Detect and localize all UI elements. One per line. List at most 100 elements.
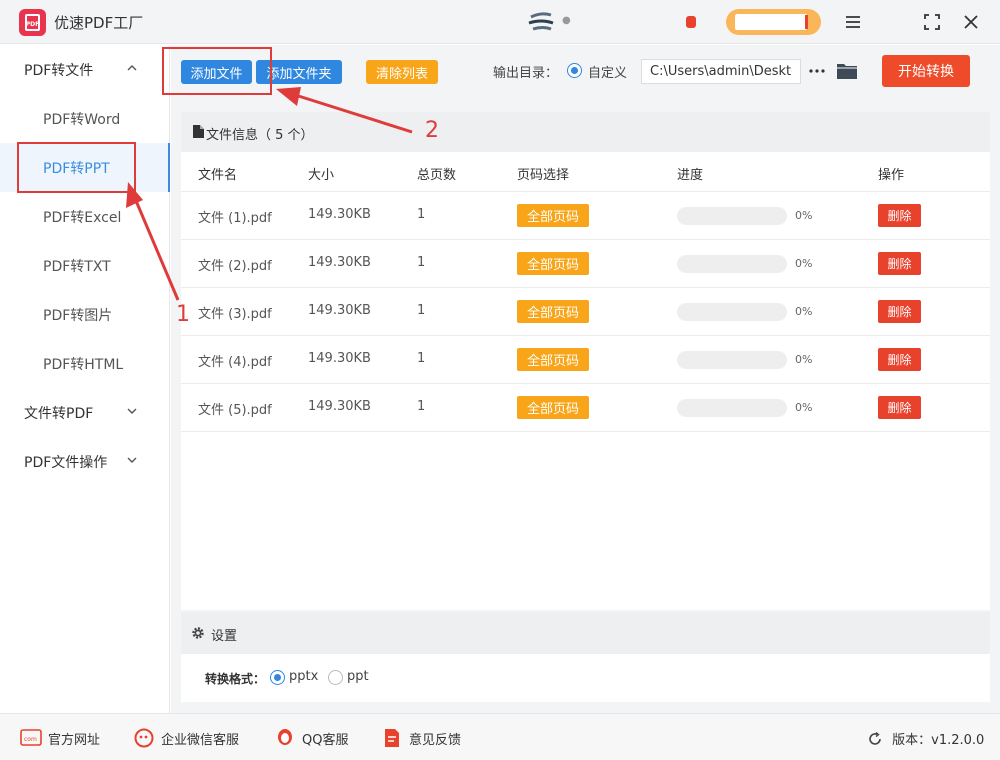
version-info: 版本：v1.2.0.0 [868, 729, 984, 748]
sidebar-item-pdf-to-excel[interactable]: PDF转Excel [0, 192, 170, 241]
file-name: 文件 (1).pdf [198, 211, 272, 226]
column-header-name: 文件名 [198, 168, 238, 183]
format-pptx-radio[interactable] [270, 670, 285, 685]
file-size: 149.30KB [308, 207, 371, 222]
format-pptx-label: pptx [289, 669, 319, 684]
column-header-size: 大小 [308, 168, 335, 183]
annotation-box-pdf-to-ppt [17, 142, 136, 193]
table-row: 文件 (2).pdf 149.30KB 1 全部页码 0% 删除 [181, 240, 990, 288]
sidebar-item-label: PDF转Word [43, 111, 121, 128]
delete-button[interactable]: 删除 [878, 396, 921, 419]
maximize-icon[interactable] [920, 10, 944, 34]
page-select-button[interactable]: 全部页码 [517, 396, 589, 419]
annotation-number-1: 1 [176, 302, 190, 327]
column-header-pages: 总页数 [417, 168, 457, 183]
sidebar-item-pdf-to-word[interactable]: PDF转Word [0, 94, 170, 143]
file-info-header: 文件信息（ 5 个） [181, 112, 990, 152]
file-size: 149.30KB [308, 351, 371, 366]
file-name: 文件 (5).pdf [198, 403, 272, 418]
table-row: 文件 (5).pdf 149.30KB 1 全部页码 0% 删除 [181, 384, 990, 432]
page-select-button[interactable]: 全部页码 [517, 252, 589, 275]
refresh-icon[interactable] [868, 731, 882, 746]
delete-button[interactable]: 删除 [878, 348, 921, 371]
qq-service-link[interactable]: QQ客服 [274, 728, 348, 748]
clear-list-button[interactable]: 清除列表 [366, 60, 438, 84]
table-row: 文件 (3).pdf 149.30KB 1 全部页码 0% 删除 [181, 288, 990, 336]
sidebar-item-label: PDF转Excel [43, 209, 122, 226]
sidebar-group-pdf-operations[interactable]: PDF文件操作 [0, 437, 170, 486]
file-pages: 1 [417, 303, 426, 318]
file-pages: 1 [417, 255, 426, 270]
website-icon: com [20, 729, 42, 746]
sidebar-group-file-to-pdf[interactable]: 文件转PDF [0, 388, 170, 437]
menu-icon[interactable] [841, 10, 865, 34]
output-custom-radio[interactable] [567, 63, 582, 78]
user-name-icon: ● [562, 15, 571, 26]
wechat-label: 企业微信客服 [161, 732, 240, 748]
website-link[interactable]: com 官方网址 [20, 728, 100, 748]
start-convert-button[interactable]: 开始转换 [882, 55, 970, 87]
sidebar-item-pdf-to-image[interactable]: PDF转图片 [0, 290, 170, 339]
progress-text: 0% [795, 401, 813, 414]
sidebar-item-pdf-to-txt[interactable]: PDF转TXT [0, 241, 170, 290]
settings-header: 设置 [181, 612, 990, 654]
settings-body: 转换格式： pptx ppt [181, 654, 990, 702]
wechat-service-link[interactable]: 企业微信客服 [133, 728, 239, 748]
notification-badge[interactable] [686, 16, 696, 28]
delete-button[interactable]: 删除 [878, 300, 921, 323]
annotation-box-add-file [162, 47, 272, 95]
column-header-action: 操作 [878, 168, 905, 183]
chevron-down-icon [127, 457, 137, 463]
version-label: 版本：v1.2.0.0 [892, 733, 985, 748]
file-size: 149.30KB [308, 255, 371, 270]
progress-text: 0% [795, 353, 813, 366]
progress-bar [677, 255, 787, 273]
column-header-page-select: 页码选择 [517, 168, 570, 183]
delete-button[interactable]: 删除 [878, 252, 921, 275]
output-custom-label: 自定义 [588, 66, 628, 81]
table-header: 文件名 大小 总页数 页码选择 进度 操作 [181, 152, 990, 192]
app-title: 优速PDF工厂 [54, 14, 144, 32]
app-logo-icon: PDF [19, 9, 46, 36]
delete-button[interactable]: 删除 [878, 204, 921, 227]
chevron-down-icon [127, 408, 137, 414]
progress-bar [677, 207, 787, 225]
page-select-button[interactable]: 全部页码 [517, 300, 589, 323]
more-icon[interactable] [808, 62, 826, 80]
qq-label: QQ客服 [302, 732, 349, 748]
table-row: 文件 (1).pdf 149.30KB 1 全部页码 0% 删除 [181, 192, 990, 240]
vip-button[interactable] [726, 9, 821, 35]
sidebar-group-label: PDF文件操作 [24, 454, 108, 471]
progress-bar [677, 399, 787, 417]
footer: com 官方网址 企业微信客服 QQ客服 意见反馈 版本：v1.2.0.0 [0, 713, 1000, 760]
title-bar: PDF 优速PDF工厂 ● [0, 0, 1000, 44]
close-icon[interactable] [959, 10, 983, 34]
user-logo-icon[interactable] [527, 11, 557, 33]
file-info-title: 文件信息（ 5 个） [206, 128, 314, 143]
sidebar-item-label: PDF转TXT [43, 258, 111, 275]
output-path-input[interactable] [641, 59, 801, 84]
sidebar-group-label: PDF转文件 [24, 62, 94, 79]
file-pages: 1 [417, 399, 426, 414]
format-ppt-label: ppt [347, 669, 369, 684]
svg-text:com: com [24, 736, 37, 743]
feedback-label: 意见反馈 [409, 732, 462, 748]
gear-icon [192, 627, 204, 639]
folder-icon[interactable] [836, 61, 858, 81]
annotation-number-2: 2 [425, 118, 439, 143]
page-select-button[interactable]: 全部页码 [517, 348, 589, 371]
sidebar-item-pdf-to-html[interactable]: PDF转HTML [0, 339, 170, 388]
column-header-progress: 进度 [677, 168, 704, 183]
page-select-button[interactable]: 全部页码 [517, 204, 589, 227]
file-size: 149.30KB [308, 303, 371, 318]
feedback-link[interactable]: 意见反馈 [381, 728, 461, 748]
progress-text: 0% [795, 209, 813, 222]
sidebar-item-label: PDF转HTML [43, 356, 124, 373]
file-size: 149.30KB [308, 399, 371, 414]
format-ppt-radio[interactable] [328, 670, 343, 685]
file-pages: 1 [417, 351, 426, 366]
format-label: 转换格式： [205, 672, 266, 686]
qq-icon [278, 729, 292, 745]
wechat-icon [134, 728, 154, 748]
sidebar-group-pdf-to-file[interactable]: PDF转文件 [0, 45, 170, 94]
